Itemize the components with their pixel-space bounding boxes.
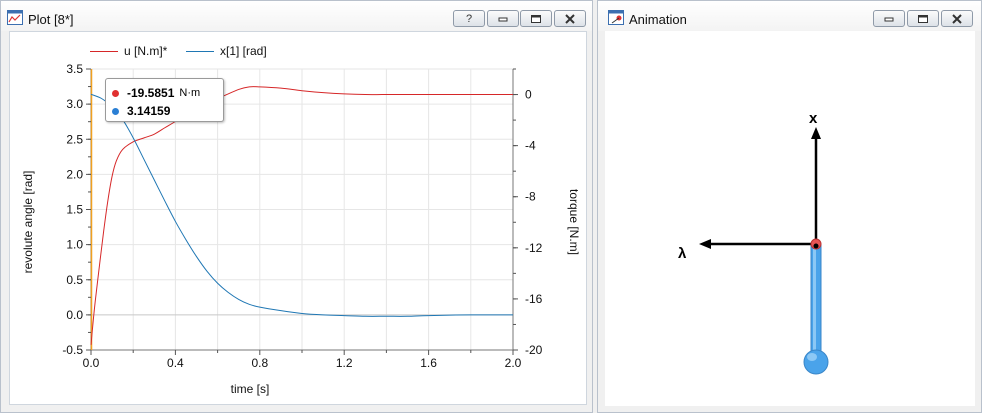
y2-tick-label: 0 [525,88,532,102]
x-tick-label: 0.0 [83,356,100,370]
y-tick-label: 3.5 [66,62,83,76]
animation-window: Animation x λ [597,0,982,413]
close-icon [952,13,962,24]
y2-tick-label: -12 [525,241,543,255]
x-tick-label: 1.2 [336,356,353,370]
y-tick-label: 0.0 [66,308,83,322]
y-tick-label: 0.5 [66,273,83,287]
tooltip-u-value: -19.5851 [127,86,175,100]
maximize-button[interactable] [520,10,552,27]
animation-scene[interactable]: x λ [605,31,975,406]
plot-titlebar[interactable]: Plot [8*] ? [1,1,592,31]
plot-window: Plot [8*] ? u [N.m]* x[1] [rad] 0.0 0.4 0.… [0,0,593,413]
y2-tick-label: -4 [525,139,536,153]
animation-window-title: Animation [629,12,687,27]
x-axis-label: time [s] [231,382,270,396]
anim-minimize-button[interactable] [873,10,905,27]
y-tick-label: 1.5 [66,203,83,217]
x-tick-label: 0.4 [167,356,184,370]
animation-window-icon [608,10,624,25]
frame-y-arrowhead [811,127,821,139]
animation-canvas[interactable]: x λ [605,31,975,406]
tooltip-red-dot [112,89,119,97]
y-axis-label: revolute angle [rad] [21,171,35,274]
help-icon: ? [465,12,473,25]
x-tick-label: 1.6 [420,356,437,370]
maximize-icon [531,14,541,23]
minimize-icon [498,17,508,21]
value-tooltip: -19.5851 N·m 3.14159 [105,78,224,122]
joint-center [813,243,819,249]
y2-tick-label: -8 [525,190,536,204]
maximize-icon [918,14,928,23]
plot-canvas[interactable]: u [N.m]* x[1] [rad] 0.0 0.4 0.8 1.2 1.6 2.0 -0… [9,31,587,405]
y2-tick-label: -20 [525,343,543,357]
close-icon [565,13,575,24]
x-tick-label: 2.0 [505,356,522,370]
tooltip-blue-dot [112,107,119,115]
frame-y-axis-label: x [809,110,818,127]
minimize-button[interactable] [487,10,519,27]
pendulum-bob-highlight [807,353,817,361]
y-tick-label: 3.0 [66,97,83,111]
help-button[interactable]: ? [453,10,485,27]
pendulum-rod-highlight [813,246,816,358]
anim-close-button[interactable] [941,10,973,27]
y-tick-label: 2.5 [66,132,83,146]
y-tick-label: -0.5 [62,343,83,357]
tooltip-u-unit: N·m [179,87,201,99]
tooltip-row-u: -19.5851 N·m [112,85,200,101]
anim-maximize-button[interactable] [907,10,939,27]
frame-x-axis-label: λ [678,245,687,262]
plot-window-icon [7,10,23,25]
tooltip-x-value: 3.14159 [127,104,171,118]
pendulum-bob [803,349,829,375]
animation-titlebar[interactable]: Animation [598,1,981,31]
x-tick-label: 0.8 [251,356,268,370]
tooltip-row-x: 3.14159 [112,103,170,119]
close-button[interactable] [554,10,586,27]
y-tick-label: 2.0 [66,167,83,181]
y-tick-label: 1.0 [66,238,83,252]
chart[interactable]: 0.0 0.4 0.8 1.2 1.6 2.0-0.50.00.51.01.52.02.5… [10,32,588,406]
y2-tick-label: -16 [525,292,543,306]
y2-axis-label: torque [N.m] [567,189,581,255]
frame-x-arrowhead [699,239,711,249]
minimize-icon [884,17,894,21]
plot-window-title: Plot [8*] [28,12,74,27]
